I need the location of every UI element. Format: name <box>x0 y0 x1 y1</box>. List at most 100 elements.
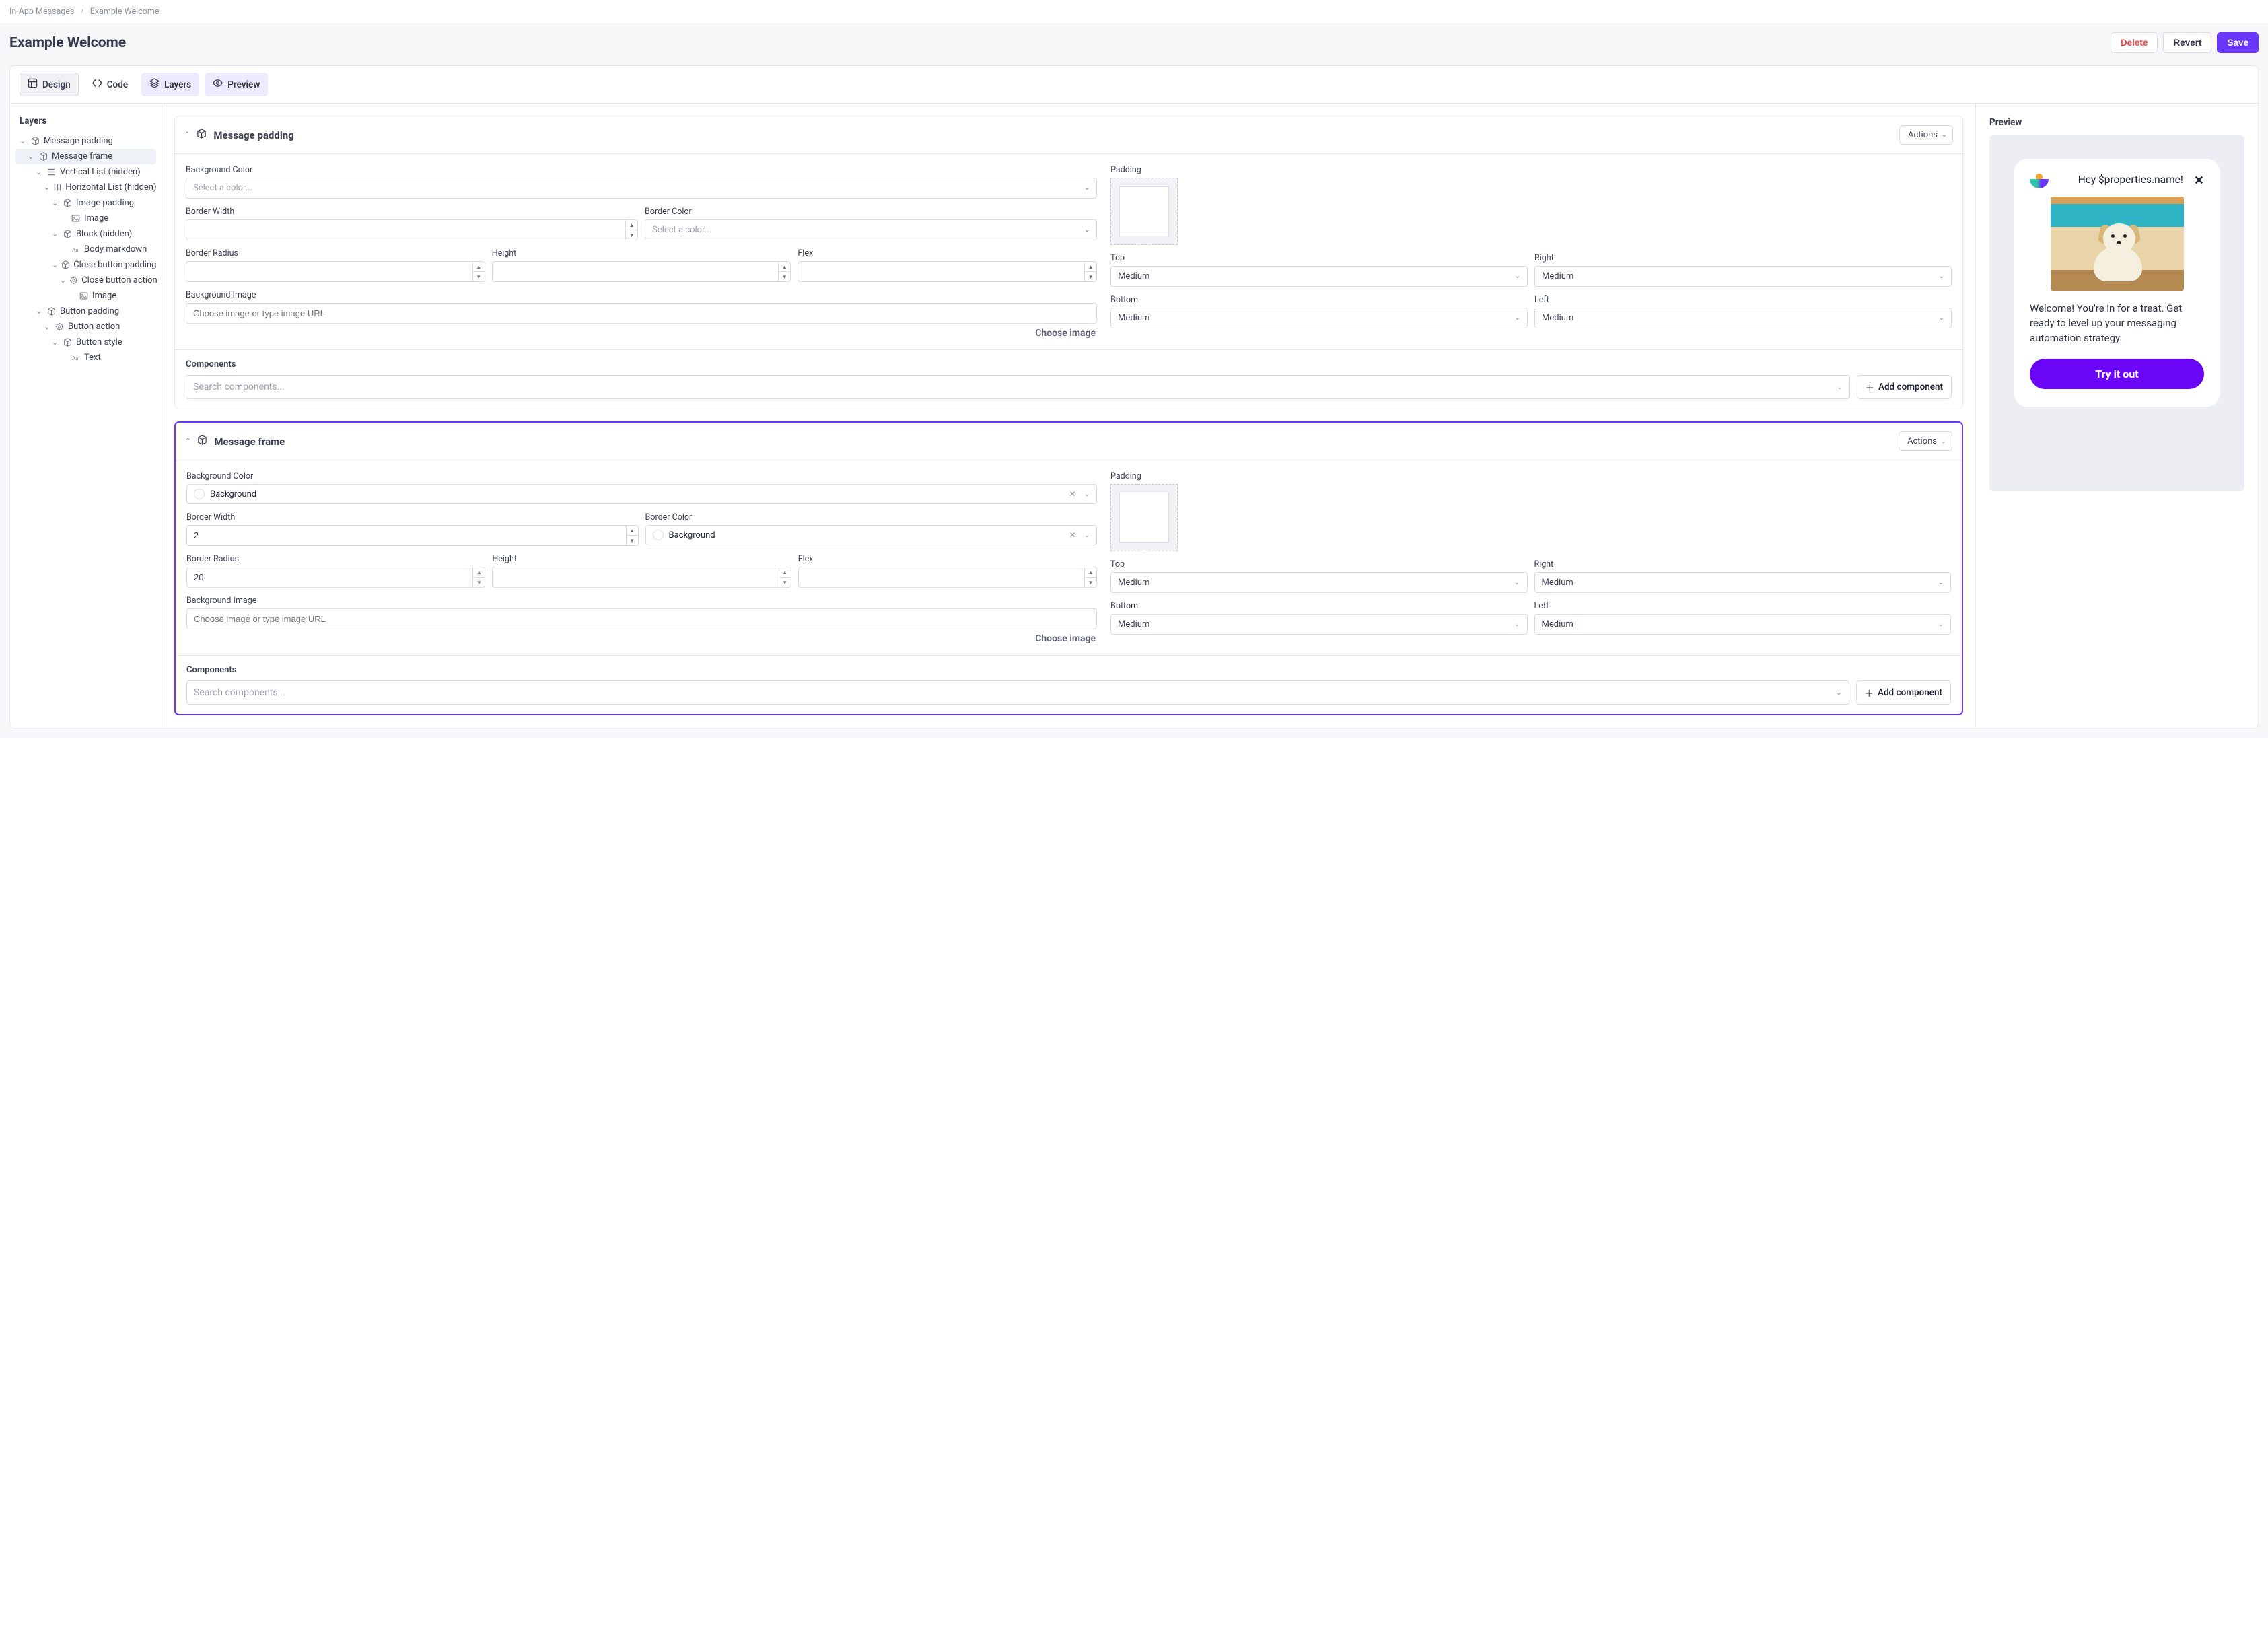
border-width-input[interactable] <box>186 525 639 546</box>
delete-button[interactable]: Delete <box>2111 32 2158 53</box>
layer-label: Message padding <box>44 136 113 146</box>
stepper-handle[interactable]: ▲▼ <box>625 220 637 240</box>
stepper-handle[interactable]: ▲▼ <box>779 567 791 587</box>
padding-bottom-select[interactable]: Medium⌄ <box>1110 614 1527 635</box>
components-search[interactable]: Search components... ⌄ <box>186 680 1849 705</box>
collapse-chevron-icon[interactable]: ⌃ <box>185 438 190 445</box>
image-icon <box>71 214 81 223</box>
border-width-input[interactable] <box>186 219 638 240</box>
actions-dropdown[interactable]: Actions ⌄ <box>1899 431 1952 451</box>
components-search[interactable]: Search components... ⌄ <box>186 375 1850 399</box>
placeholder-text: Search components... <box>194 687 285 698</box>
save-button[interactable]: Save <box>2217 32 2259 53</box>
padding-bottom-select[interactable]: Medium⌄ <box>1110 308 1528 328</box>
layers-item[interactable]: ⌄Close button padding <box>15 257 156 273</box>
card-title: Message frame <box>214 435 285 448</box>
height-input[interactable] <box>492 567 791 588</box>
stepper-handle[interactable]: ▲▼ <box>472 567 485 587</box>
choose-image-link[interactable]: Choose image <box>186 324 1097 339</box>
stepper-handle[interactable]: ▲▼ <box>626 526 638 545</box>
tab-label: Code <box>107 79 128 90</box>
layers-item[interactable]: Image <box>15 288 156 304</box>
chevron-down-icon: ⌄ <box>36 168 43 176</box>
actions-dropdown[interactable]: Actions ⌄ <box>1899 125 1953 145</box>
close-icon[interactable]: ✕ <box>2194 174 2204 188</box>
stepper-handle[interactable]: ▲▼ <box>778 262 790 281</box>
height-input[interactable] <box>492 261 791 282</box>
padding-top-select[interactable]: Medium⌄ <box>1110 266 1528 287</box>
layer-label: Block (hidden) <box>76 229 132 239</box>
chevron-down-icon: ⌄ <box>1836 689 1841 697</box>
add-component-button[interactable]: ＋ Add component <box>1856 680 1952 705</box>
padding-left-select[interactable]: Medium⌄ <box>1534 614 1951 635</box>
layers-item[interactable]: AaBody markdown <box>15 242 156 257</box>
clear-icon[interactable]: ✕ <box>1067 530 1079 540</box>
layer-label: Image <box>84 213 108 223</box>
target-icon <box>69 276 78 285</box>
layers-item[interactable]: ⌄Button action <box>15 319 156 335</box>
layer-label: Message frame <box>52 151 112 162</box>
bg-color-select[interactable]: Background ✕ ⌄ <box>186 484 1097 504</box>
select-value: Medium <box>1542 313 1573 323</box>
height-label: Height <box>492 554 791 564</box>
bg-image-input[interactable] <box>186 608 1097 629</box>
layers-item[interactable]: ⌄Horizontal List (hidden) <box>15 180 156 195</box>
layers-item[interactable]: ⌄Close button action <box>15 273 156 288</box>
chevron-down-icon: ⌄ <box>36 307 43 316</box>
padding-visual <box>1110 178 1178 245</box>
bg-color-select[interactable]: Select a color... ⌄ <box>186 178 1097 199</box>
revert-button[interactable]: Revert <box>2163 32 2211 53</box>
stepper-handle[interactable]: ▲▼ <box>472 262 485 281</box>
tab-label: Layers <box>164 79 191 90</box>
card-title: Message padding <box>213 129 293 141</box>
collapse-chevron-icon[interactable]: ⌃ <box>184 131 190 139</box>
tab-design[interactable]: Design <box>20 73 79 96</box>
placeholder-text: Select a color... <box>193 183 252 193</box>
layers-item[interactable]: ⌄Button style <box>15 335 156 350</box>
svg-text:Aa: Aa <box>72 355 79 361</box>
add-component-button[interactable]: ＋ Add component <box>1857 375 1952 399</box>
layers-item[interactable]: ⌄Image padding <box>15 195 156 211</box>
layers-item[interactable]: AaText <box>15 350 156 365</box>
bg-image-input[interactable] <box>186 303 1097 324</box>
clear-icon[interactable]: ✕ <box>1067 489 1079 499</box>
layers-item[interactable]: ⌄Vertical List (hidden) <box>15 164 156 180</box>
stepper-handle[interactable]: ▲▼ <box>1084 262 1096 281</box>
flex-input[interactable] <box>798 261 1097 282</box>
border-radius-input[interactable] <box>186 567 485 588</box>
box-icon <box>197 435 207 448</box>
card-message-frame: ⌃ Message frame Actions ⌄ Background Col… <box>174 421 1963 715</box>
layers-item[interactable]: ⌄Button padding <box>15 304 156 319</box>
chevron-down-icon: ⌄ <box>60 276 66 285</box>
border-color-select[interactable]: Select a color... ⌄ <box>645 219 1097 240</box>
border-radius-label: Border Radius <box>186 248 485 258</box>
message-greeting: Hey $properties.name! <box>2078 174 2183 186</box>
padding-left-select[interactable]: Medium⌄ <box>1534 308 1952 328</box>
border-color-select[interactable]: Background ✕ ⌄ <box>645 525 1098 545</box>
border-radius-input[interactable] <box>186 261 485 282</box>
choose-image-link[interactable]: Choose image <box>186 629 1097 644</box>
plus-icon: ＋ <box>1866 380 1875 394</box>
layers-item[interactable]: ⌄Message padding <box>15 133 156 149</box>
layers-item[interactable]: ⌄Block (hidden) <box>15 226 156 242</box>
padding-top-select[interactable]: Medium⌄ <box>1110 572 1527 593</box>
tab-code[interactable]: Code <box>84 73 136 96</box>
flex-input[interactable] <box>798 567 1097 588</box>
chevron-down-icon: ⌄ <box>52 199 59 207</box>
tab-layers[interactable]: Layers <box>141 73 199 96</box>
stepper-handle[interactable]: ▲▼ <box>1084 567 1096 587</box>
try-it-out-button[interactable]: Try it out <box>2030 359 2204 389</box>
layer-label: Button action <box>68 322 120 332</box>
breadcrumb-parent[interactable]: In-App Messages <box>9 7 74 17</box>
layers-item[interactable]: ⌄Message frame <box>15 149 156 164</box>
bg-color-label: Background Color <box>186 165 1097 175</box>
page-title: Example Welcome <box>9 35 126 51</box>
preview-frame: Hey $properties.name! ✕ Welcome! You're … <box>1989 135 2244 491</box>
padding-right-select[interactable]: Medium⌄ <box>1534 266 1952 287</box>
tab-preview[interactable]: Preview <box>205 73 268 96</box>
border-color-label: Border Color <box>645 207 1097 217</box>
border-width-label: Border Width <box>186 207 638 217</box>
box-icon <box>46 307 57 316</box>
layers-item[interactable]: Image <box>15 211 156 226</box>
padding-right-select[interactable]: Medium⌄ <box>1534 572 1951 593</box>
